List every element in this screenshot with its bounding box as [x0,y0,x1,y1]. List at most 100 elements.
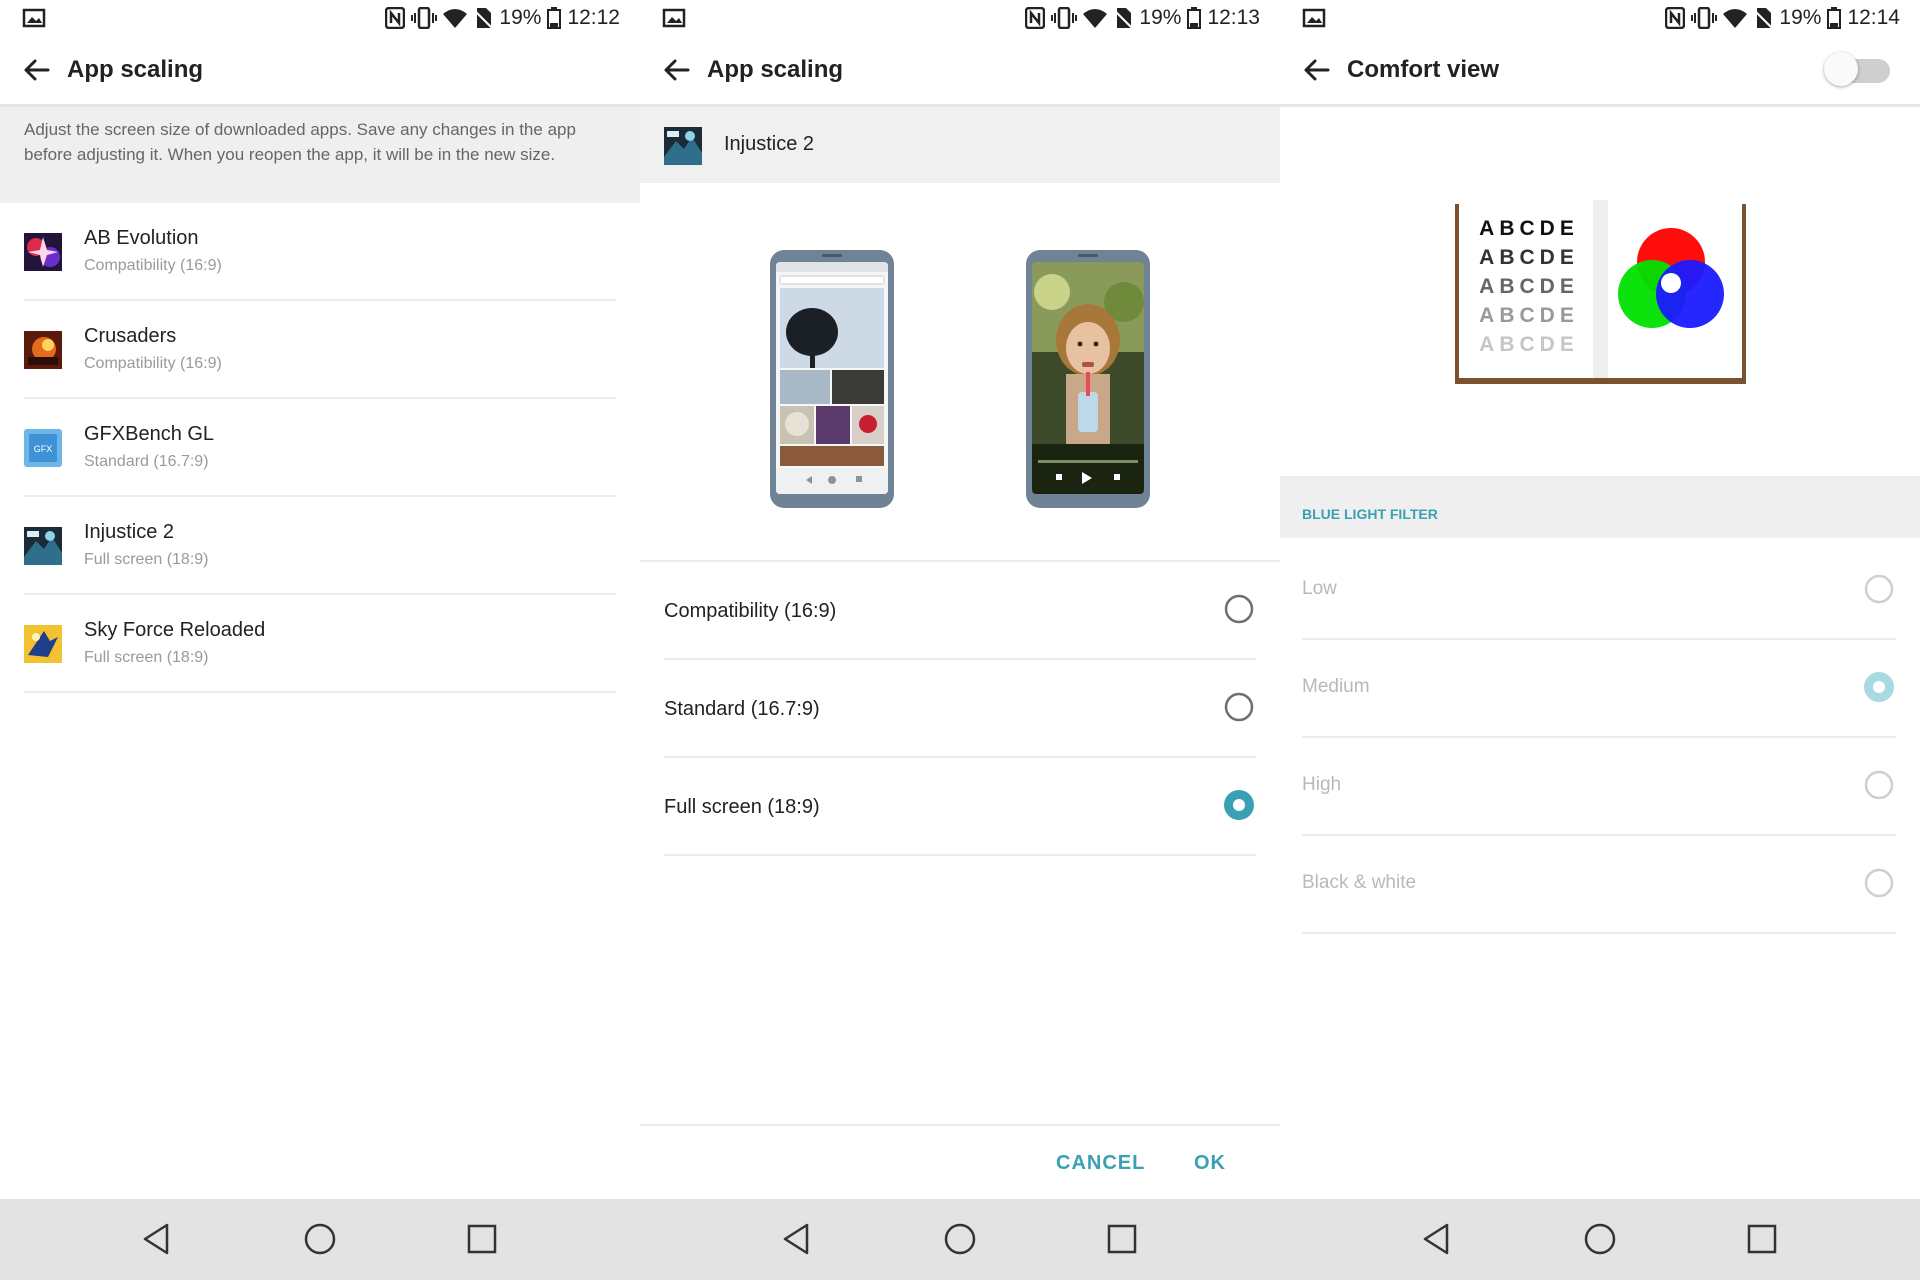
home-circle-icon[interactable] [300,1219,340,1259]
app-name: Injustice 2 [84,521,175,543]
recents-square-icon[interactable] [1742,1219,1782,1259]
radio-unselected[interactable] [1862,572,1896,606]
page-title: App scaling [707,56,844,83]
back-triangle-icon[interactable] [1417,1219,1457,1259]
back-triangle-icon[interactable] [777,1219,817,1259]
clock: 12:12 [567,6,620,29]
cancel-button[interactable]: CANCEL [1056,1152,1145,1175]
nfc-icon [1025,7,1046,29]
app-name: AB Evolution [84,227,199,249]
option-label: High [1302,774,1342,795]
gallery-notification-icon [662,8,686,28]
back-triangle-icon[interactable] [137,1219,177,1259]
divider [664,854,1256,856]
wifi-icon [443,9,468,28]
radio-selected[interactable] [1222,788,1256,822]
no-sim-icon [1113,8,1134,29]
nfc-icon [1665,7,1686,29]
letters-row: ABCDE [1479,246,1579,269]
option-full-screen[interactable]: Full screen (18:9) [664,758,1256,856]
aspect-ratio-preview [640,250,1280,515]
injustice-2-app-icon [664,127,702,165]
vibrate-icon [1051,7,1078,29]
status-bar: 19% 12:13 [640,0,1280,38]
no-sim-icon [1753,8,1774,29]
battery-icon [1827,7,1842,29]
phone-speaker [822,254,842,257]
ab-evolution-app-icon [24,233,62,271]
blue-light-filter-section: BLUE LIGHT FILTER [1280,476,1920,538]
filter-option-low[interactable]: Low [1302,542,1896,640]
app-name: Sky Force Reloaded [84,619,266,641]
app-item-ab-evolution[interactable]: AB Evolution Compatibility (16:9) [0,203,640,301]
app-scaling-mode: Compatibility (16:9) [84,257,222,274]
page-title: Comfort view [1347,56,1500,83]
battery-icon [1187,7,1202,29]
app-bar: Comfort view [1280,38,1920,107]
app-scaling-mode: Full screen (18:9) [84,551,209,568]
screenshot-stage: 19% 12:12 App scaling Adjust the screen … [0,0,1920,1280]
option-compatibility[interactable]: Compatibility (16:9) [664,562,1256,660]
battery-icon [547,7,562,29]
clock: 12:13 [1207,6,1260,29]
video-screen-illustration [1032,262,1144,494]
app-bar: App scaling [0,38,640,107]
home-circle-icon[interactable] [940,1219,980,1259]
radio-unselected[interactable] [1862,866,1896,900]
gfxbench-app-icon: GFX [24,429,62,467]
no-sim-icon [473,8,494,29]
battery-percent: 19% [1139,6,1182,29]
ok-button[interactable]: OK [1194,1152,1226,1175]
filter-option-black-white[interactable]: Black & white [1302,836,1896,934]
radio-unselected[interactable] [1222,690,1256,724]
app-bar: App scaling [640,38,1280,107]
back-arrow-icon[interactable] [658,52,694,88]
nfc-icon [385,7,406,29]
comfort-view-screen: 19% 12:14 Comfort view ABCDE ABCDE ABCDE… [1280,0,1920,1280]
toggle-knob [1824,52,1858,86]
app-item-sky-force-reloaded[interactable]: Sky Force Reloaded Full screen (18:9) [0,595,640,693]
radio-unselected[interactable] [1862,768,1896,802]
letters-row: ABCDE [1479,304,1579,327]
navigation-bar [640,1199,1280,1280]
vibrate-icon [411,7,438,29]
back-arrow-icon[interactable] [1298,52,1334,88]
recents-square-icon[interactable] [1102,1219,1142,1259]
letters-row: ABCDE [1479,217,1579,240]
gallery-screen-illustration [776,262,888,494]
gallery-notification-icon [22,8,46,28]
option-standard[interactable]: Standard (16.7:9) [664,660,1256,758]
vibrate-icon [1691,7,1718,29]
option-label: Low [1302,578,1337,599]
app-name: Crusaders [84,325,177,347]
option-label: Black & white [1302,872,1417,893]
app-scaling-detail-screen: 19% 12:13 App scaling Injustice 2 Compat… [640,0,1280,1280]
app-item-gfxbench-gl[interactable]: GFX GFXBench GL Standard (16.7:9) [0,399,640,497]
navigation-bar [0,1199,640,1280]
wifi-icon [1723,9,1748,28]
app-item-crusaders[interactable]: Crusaders Compatibility (16:9) [0,301,640,399]
divider [1302,932,1896,934]
app-list: AB Evolution Compatibility (16:9) Crusad… [0,203,640,693]
phone-speaker [1078,254,1098,257]
radio-selected[interactable] [1862,670,1896,704]
home-circle-icon[interactable] [1580,1219,1620,1259]
app-scaling-mode: Standard (16.7:9) [84,453,209,470]
divider [24,691,616,693]
wifi-icon [1083,9,1108,28]
letters-row: ABCDE [1479,275,1579,298]
radio-unselected[interactable] [1222,592,1256,626]
comfort-view-book-illustration: ABCDE ABCDE ABCDE ABCDE ABCDE [1455,200,1746,384]
option-label: Medium [1302,676,1370,697]
battery-percent: 19% [499,6,542,29]
recents-square-icon[interactable] [462,1219,502,1259]
phone-preview-gallery [770,250,894,508]
filter-option-medium[interactable]: Medium [1302,640,1896,738]
app-item-injustice-2[interactable]: Injustice 2 Full screen (18:9) [0,497,640,595]
option-label: Compatibility (16:9) [664,600,837,622]
option-label: Standard (16.7:9) [664,698,820,720]
filter-option-high[interactable]: High [1302,738,1896,836]
back-arrow-icon[interactable] [18,52,54,88]
svg-text:GFX: GFX [34,444,53,454]
comfort-view-toggle[interactable] [1824,50,1894,88]
